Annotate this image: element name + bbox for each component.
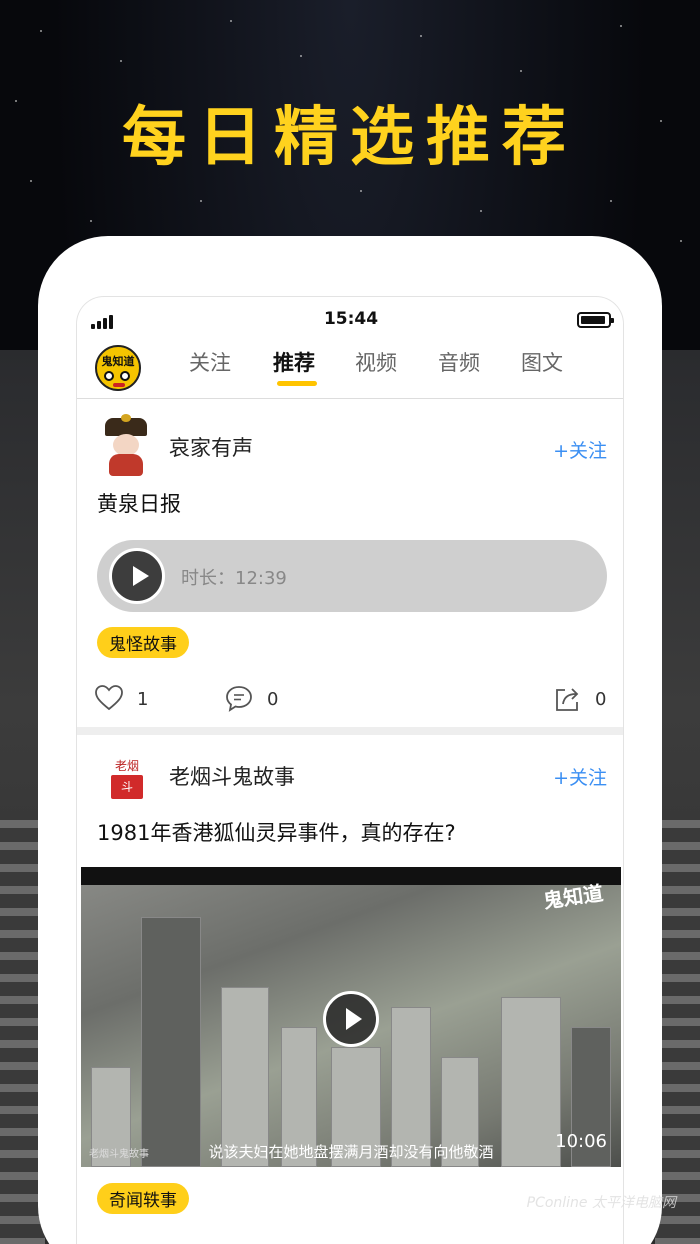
tab-follow[interactable]: 关注	[189, 347, 231, 377]
share-button[interactable]: 0	[553, 685, 613, 715]
battery-icon	[577, 312, 614, 328]
status-time: 15:44	[323, 309, 379, 329]
logo-mouth-icon	[113, 383, 125, 387]
feed-divider	[77, 727, 623, 735]
video-letterbox	[81, 867, 621, 885]
post-title[interactable]: 黄泉日报	[97, 488, 181, 518]
tab-video[interactable]: 视频	[355, 347, 397, 377]
author-avatar[interactable]: 老烟 斗	[107, 755, 147, 803]
video-duration: 10:06	[555, 1131, 607, 1152]
heart-icon	[95, 685, 123, 711]
video-player[interactable]: 鬼知道 老烟斗鬼故事 说该夫妇在她地盘摆满月酒却没有向他敬酒 10:06	[81, 867, 621, 1167]
audio-duration: 时长：12:39	[181, 568, 287, 589]
post-title[interactable]: 1981年香港狐仙灵异事件，真的存在?	[97, 817, 456, 847]
tab-recommend[interactable]: 推荐	[273, 347, 315, 377]
avatar-seal-text: 老烟	[114, 759, 139, 773]
comment-count: 0	[267, 689, 279, 710]
audio-player[interactable]: 时长：12:39	[97, 540, 607, 612]
author-name[interactable]: 哀家有声	[169, 432, 253, 462]
share-icon	[556, 688, 579, 711]
comment-icon	[226, 686, 252, 712]
feed-post-video: 老烟 斗 老烟斗鬼故事 +关注 1981年香港狐仙灵异事件，真的存在? 鬼知道 …	[77, 737, 623, 1244]
play-icon[interactable]	[109, 548, 165, 604]
category-tag[interactable]: 鬼怪故事	[97, 627, 189, 658]
source-watermark: PConline 太平洋电脑网	[526, 1195, 676, 1211]
like-button[interactable]: 1	[95, 685, 155, 715]
share-count: 0	[595, 689, 607, 710]
category-tag[interactable]: 奇闻轶事	[97, 1183, 189, 1214]
author-avatar[interactable]	[101, 414, 151, 478]
logo-text: 鬼知道	[101, 355, 135, 368]
logo-eye-icon	[120, 371, 130, 381]
like-count: 1	[137, 689, 149, 710]
app-logo[interactable]: 鬼知道	[95, 345, 141, 391]
active-tab-indicator	[277, 381, 317, 386]
play-icon[interactable]	[323, 991, 379, 1047]
app-screen: 15:44 鬼知道 关注 推荐 视频 音频 图文 哀家有声 +关注 黄泉日报 时…	[76, 296, 624, 1244]
avatar-seal-stamp: 斗	[111, 775, 143, 799]
banner-headline: 每日精选推荐	[122, 101, 578, 175]
tab-image-text[interactable]: 图文	[521, 347, 563, 377]
follow-button[interactable]: +关注	[553, 763, 607, 790]
top-nav: 鬼知道 关注 推荐 视频 音频 图文	[77, 341, 623, 399]
logo-eye-icon	[104, 371, 114, 381]
author-name[interactable]: 老烟斗鬼故事	[169, 761, 295, 791]
tab-audio[interactable]: 音频	[438, 347, 480, 377]
status-bar: 15:44	[77, 297, 623, 341]
video-subtitle: 说该夫妇在她地盘摆满月酒却没有向他敬酒	[208, 1143, 494, 1161]
feed-post-audio: 哀家有声 +关注 黄泉日报 时长：12:39 鬼怪故事 1 0 0	[77, 400, 623, 730]
comment-button[interactable]: 0	[225, 685, 285, 715]
follow-button[interactable]: +关注	[553, 436, 607, 463]
